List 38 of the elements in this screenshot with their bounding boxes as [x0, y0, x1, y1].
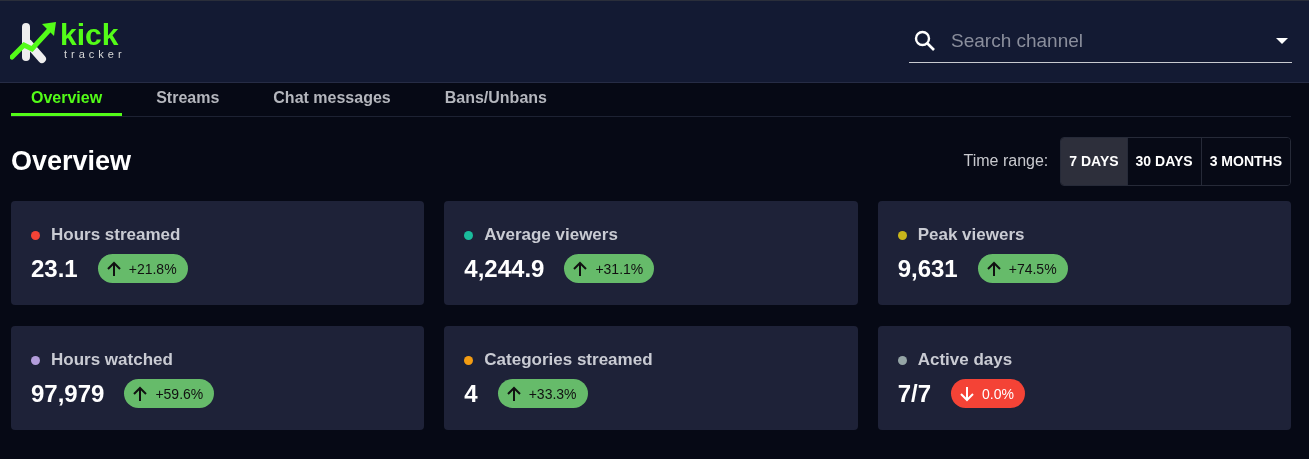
nav-tab[interactable]: Bans/Unbans	[424, 83, 567, 116]
stat-value: 4,244.9	[464, 254, 545, 283]
nav-tab[interactable]: Chat messages	[253, 83, 411, 116]
nav-tab[interactable]: Overview	[11, 83, 123, 116]
time-range-label: Time range:	[963, 152, 1049, 170]
arrow-up-icon	[506, 385, 521, 402]
time-range-option[interactable]: 3 MONTHS	[1200, 137, 1290, 185]
change-badge: +31.1%	[564, 254, 655, 283]
arrow-up-icon	[133, 385, 148, 402]
stat-value: 7/7	[897, 379, 932, 408]
stat-label: Average viewers	[484, 225, 618, 245]
search-icon	[913, 29, 937, 53]
page-title: Overview	[11, 145, 132, 177]
stat-label: Active days	[917, 350, 1013, 370]
change-badge: 0.0%	[951, 379, 1025, 408]
stat-label: Hours streamed	[51, 225, 181, 245]
stat-value: 4	[464, 379, 478, 408]
arrow-up-icon	[573, 260, 588, 277]
change-badge: +59.6%	[124, 379, 215, 408]
stat-label: Peak viewers	[917, 225, 1025, 245]
change-badge: +21.8%	[97, 254, 188, 283]
dropdown-caret-icon[interactable]	[1276, 38, 1288, 44]
stat-label: Hours watched	[51, 350, 173, 370]
arrow-up-icon	[106, 260, 121, 277]
search-bar[interactable]: Search channel	[909, 20, 1292, 63]
stat-value: 23.1	[31, 254, 78, 283]
change-badge: +74.5%	[977, 254, 1068, 283]
stat-label: Categories streamed	[484, 350, 653, 370]
search-input[interactable]: Search channel	[949, 29, 1264, 53]
nav-tab[interactable]: Streams	[136, 83, 240, 116]
stat-value: 97,979	[31, 379, 105, 408]
change-badge: +33.3%	[497, 379, 588, 408]
time-range-option[interactable]: 7 DAYS	[1061, 137, 1127, 185]
logo-subtitle: tracker	[64, 48, 126, 60]
stat-value: 9,631	[897, 254, 958, 283]
arrow-down-icon	[960, 385, 975, 402]
logo-wordmark: kick	[60, 19, 119, 50]
arrow-up-icon	[986, 260, 1001, 277]
